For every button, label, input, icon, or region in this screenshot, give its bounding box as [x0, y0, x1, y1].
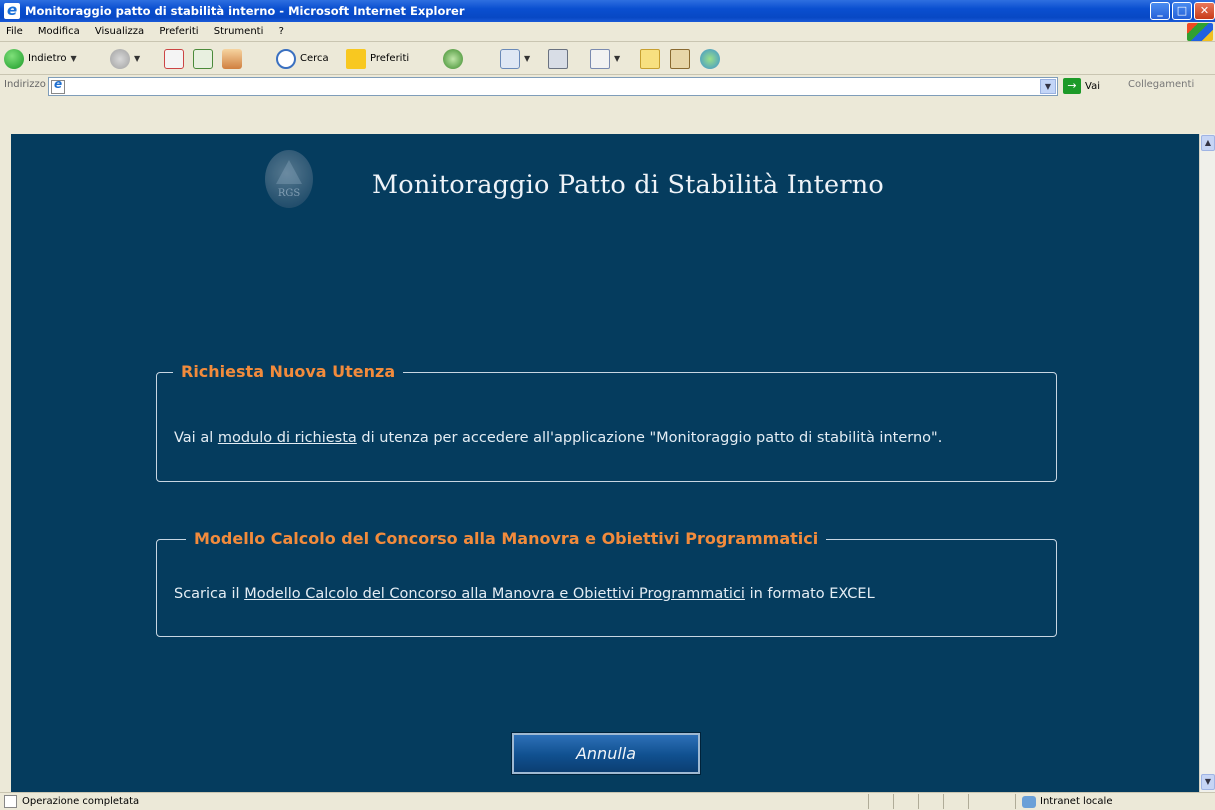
- links-toolbar[interactable]: Collegamenti: [1128, 79, 1194, 90]
- windows-logo-icon: [1187, 23, 1213, 41]
- close-button[interactable]: ✕: [1194, 2, 1215, 20]
- window-border: [0, 134, 11, 792]
- security-zone: Intranet locale: [1022, 793, 1113, 810]
- messenger-icon: [700, 49, 720, 69]
- go-label: Vai: [1085, 80, 1100, 92]
- folder-icon: [640, 49, 660, 69]
- word-icon: [590, 49, 610, 69]
- intranet-icon: [1022, 795, 1036, 808]
- favorites-label: Preferiti: [370, 53, 410, 64]
- minimize-button[interactable]: _: [1150, 2, 1170, 20]
- address-dropdown-icon[interactable]: ▼: [1040, 79, 1056, 94]
- forward-arrow-icon: [110, 49, 130, 69]
- vertical-scrollbar[interactable]: ▲ ▼: [1199, 134, 1215, 792]
- page-title: Monitoraggio Patto di Stabilità Interno: [372, 170, 884, 200]
- go-arrow-icon: →: [1063, 78, 1081, 94]
- model-text: Scarica il Modello Calcolo del Concorso …: [174, 587, 1054, 602]
- request-fieldset: Richiesta Nuova Utenza Vai al modulo di …: [156, 361, 1057, 482]
- zone-label: Intranet locale: [1040, 796, 1113, 807]
- status-divider: [918, 794, 919, 809]
- refresh-button[interactable]: [193, 48, 213, 70]
- history-button[interactable]: [443, 48, 463, 70]
- menu-visualizza[interactable]: Visualizza: [95, 26, 144, 37]
- back-label: Indietro: [28, 53, 67, 64]
- menu-preferiti[interactable]: Preferiti: [159, 26, 198, 37]
- search-label: Cerca: [300, 53, 329, 64]
- favorites-button[interactable]: Preferiti: [346, 48, 409, 70]
- request-text-before: Vai al: [174, 430, 218, 446]
- status-divider: [868, 794, 869, 809]
- title-bar[interactable]: Monitoraggio patto di stabilità interno …: [0, 0, 1215, 22]
- model-text-after: in formato EXCEL: [744, 586, 875, 602]
- status-divider: [968, 794, 969, 809]
- page-icon: [51, 77, 65, 94]
- menu-file[interactable]: File: [6, 26, 23, 37]
- back-arrow-icon: [4, 49, 24, 69]
- window-title: Monitoraggio patto di stabilità interno …: [25, 4, 465, 18]
- maximize-button[interactable]: □: [1172, 2, 1192, 20]
- rgs-logo: RGS: [265, 150, 313, 208]
- stop-button[interactable]: [164, 48, 184, 70]
- status-bar: Operazione completata Intranet locale: [0, 792, 1215, 810]
- discuss-button[interactable]: [640, 48, 660, 70]
- chevron-down-icon: ▼: [524, 54, 531, 63]
- model-download-link[interactable]: Modello Calcolo del Concorso alla Manovr…: [244, 586, 745, 602]
- home-icon: [222, 49, 242, 69]
- search-icon: [276, 49, 296, 69]
- refresh-icon: [193, 49, 213, 69]
- menu-help[interactable]: ?: [279, 26, 284, 37]
- chevron-down-icon: ▼: [134, 54, 141, 63]
- model-text-before: Scarica il: [174, 586, 245, 602]
- logo-triangle: [276, 160, 302, 184]
- print-button[interactable]: [548, 48, 568, 70]
- status-divider: [943, 794, 944, 809]
- search-button[interactable]: Cerca: [276, 48, 329, 70]
- request-legend: Richiesta Nuova Utenza: [173, 361, 404, 383]
- star-icon: [346, 49, 366, 69]
- cancel-button[interactable]: Annulla: [511, 732, 701, 775]
- research-button[interactable]: [670, 48, 690, 70]
- menu-bar: File Modifica Visualizza Preferiti Strum…: [0, 22, 1215, 42]
- address-label: Indirizzo: [4, 79, 46, 90]
- ie-icon: [4, 0, 20, 21]
- menu-modifica[interactable]: Modifica: [38, 26, 80, 37]
- history-icon: [443, 49, 463, 69]
- model-fieldset: Modello Calcolo del Concorso alla Manovr…: [156, 528, 1057, 637]
- books-icon: [670, 49, 690, 69]
- mail-button[interactable]: ▼: [500, 48, 530, 70]
- printer-icon: [548, 49, 568, 69]
- status-divider: [893, 794, 894, 809]
- mail-icon: [500, 49, 520, 69]
- request-text: Vai al modulo di richiesta di utenza per…: [174, 431, 1054, 446]
- model-legend: Modello Calcolo del Concorso alla Manovr…: [186, 528, 827, 550]
- status-divider: [1015, 794, 1016, 809]
- stop-icon: [164, 49, 184, 69]
- forward-button[interactable]: ▼: [110, 48, 140, 70]
- status-text: Operazione completata: [22, 796, 140, 807]
- address-input[interactable]: [48, 77, 1058, 96]
- logo-text: RGS: [277, 188, 301, 199]
- page-content: RGS Monitoraggio Patto di Stabilità Inte…: [11, 134, 1199, 792]
- messenger-button[interactable]: [700, 48, 720, 70]
- chevron-down-icon: ▼: [614, 54, 621, 63]
- address-bar: Indirizzo ▼ → Vai Collegamenti: [0, 76, 1215, 134]
- scroll-down-icon[interactable]: ▼: [1201, 774, 1215, 790]
- request-text-after: di utenza per accedere all'applicazione …: [356, 430, 943, 446]
- home-button[interactable]: [222, 48, 242, 70]
- chevron-down-icon: ▼: [70, 54, 77, 63]
- browser-window: Monitoraggio patto di stabilità interno …: [0, 0, 1215, 810]
- scroll-up-icon[interactable]: ▲: [1201, 135, 1215, 151]
- page-icon: [4, 795, 17, 808]
- request-form-link[interactable]: modulo di richiesta: [218, 430, 357, 446]
- go-button[interactable]: → Vai: [1063, 78, 1100, 94]
- back-button[interactable]: Indietro ▼: [4, 48, 77, 70]
- menu-strumenti[interactable]: Strumenti: [214, 26, 264, 37]
- edit-button[interactable]: ▼: [590, 48, 620, 70]
- toolbar: Indietro ▼ ▼ Cerca Preferiti ▼ ▼: [0, 43, 1215, 75]
